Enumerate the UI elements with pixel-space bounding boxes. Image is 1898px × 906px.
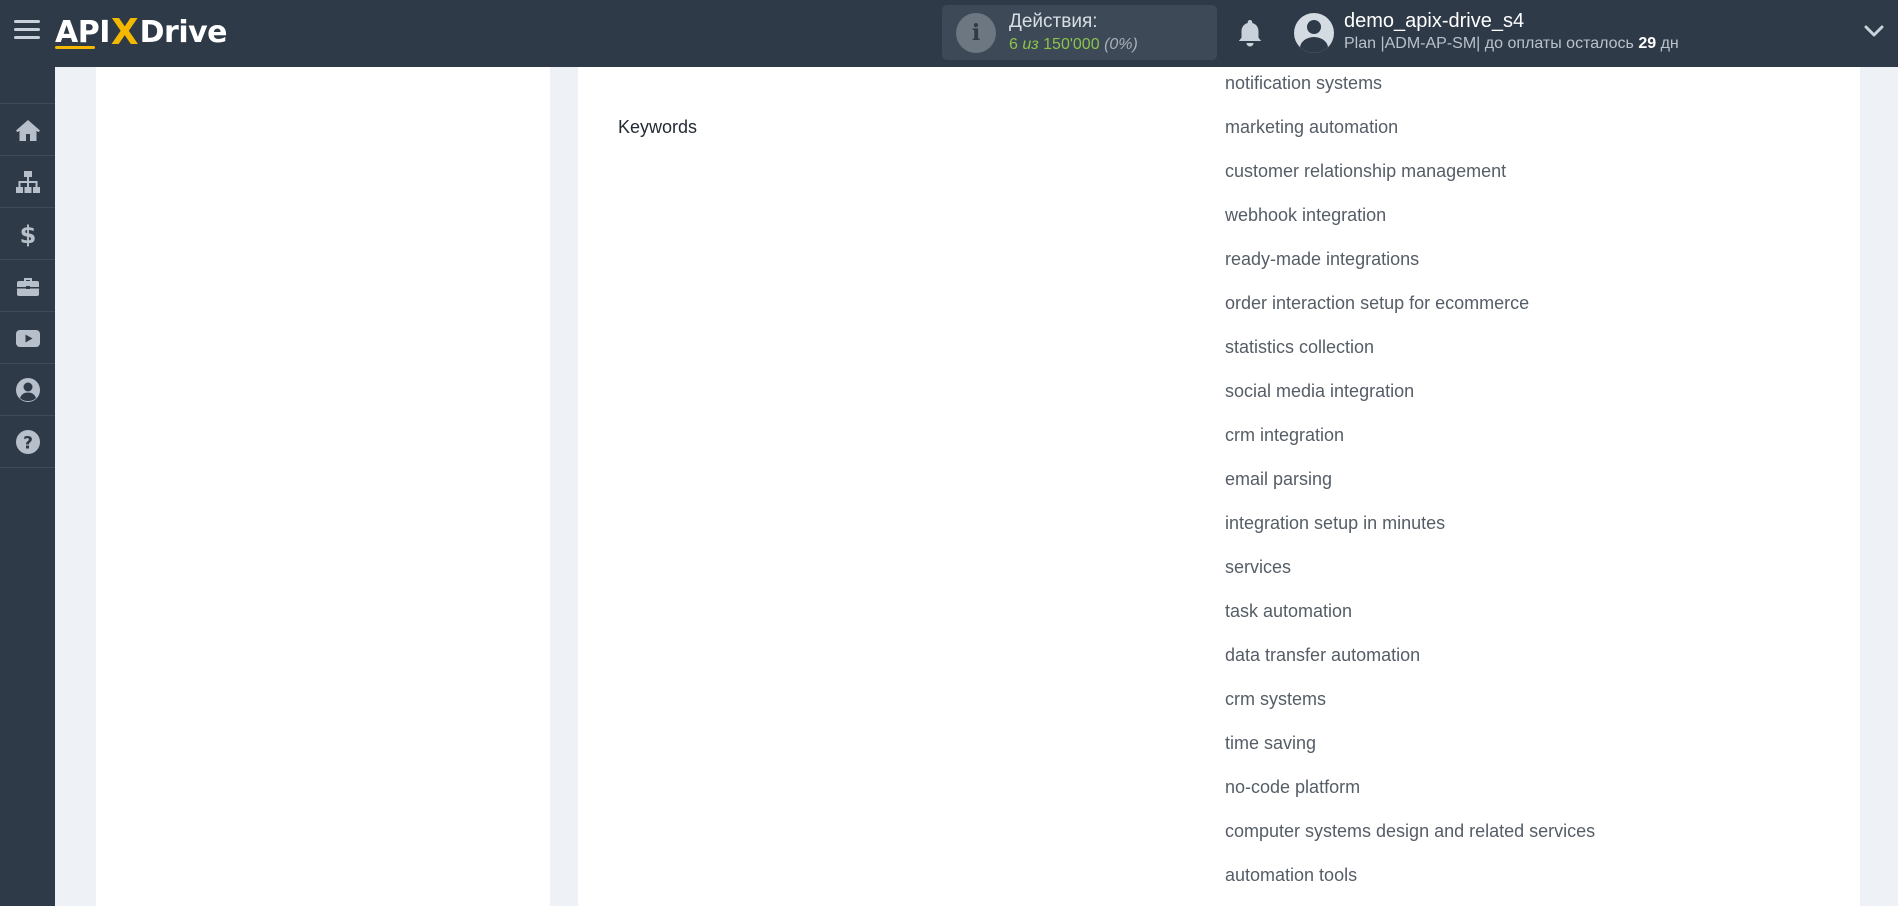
keyword-item: automation tools <box>1225 865 1358 885</box>
actions-title: Действия: <box>1009 11 1098 32</box>
keyword-item: customer relationship management <box>1225 161 1507 181</box>
actions-counter[interactable]: i Действия: 6 из 150'000 (0%) <box>942 5 1217 60</box>
bell-icon[interactable] <box>1235 17 1265 49</box>
keyword-item: integration setup in minutes <box>1225 513 1446 533</box>
keywords-label: Keywords <box>618 117 698 137</box>
question-circle-icon: ? <box>15 429 40 454</box>
actions-limit: 150'000 <box>1043 36 1100 53</box>
keyword-item: webhook integration <box>1225 205 1387 225</box>
keyword-item: notification systems <box>1225 73 1383 93</box>
user-name[interactable]: demo_apix-drive_s4 <box>1344 10 1524 33</box>
svg-text:?: ? <box>23 433 33 453</box>
plan-prefix: Plan |ADM-AP-SM| до оплаты осталось <box>1344 35 1634 52</box>
keyword-item: social media integration <box>1225 381 1415 401</box>
sidebar-item-video[interactable] <box>0 312 55 364</box>
actions-percent: (0%) <box>1104 36 1138 53</box>
actions-stats: 6 из 150'000 (0%) <box>1009 36 1138 54</box>
keyword-item: no-code platform <box>1225 777 1361 797</box>
sidebar: $ ? <box>0 67 55 906</box>
sitemap-icon <box>15 170 40 193</box>
svg-text:$: $ <box>19 221 36 248</box>
sidebar-item-home[interactable] <box>0 104 55 156</box>
sidebar-item-billing[interactable]: $ <box>0 208 55 260</box>
keyword-item: services <box>1225 557 1292 577</box>
info-icon: i <box>956 13 996 53</box>
keyword-item: computer systems design and related serv… <box>1225 821 1596 841</box>
user-plan-info: Plan |ADM-AP-SM| до оплаты осталось 29 д… <box>1344 35 1679 53</box>
keyword-item: order interaction setup for ecommerce <box>1225 293 1530 313</box>
keyword-item: ready-made integrations <box>1225 249 1420 269</box>
logo-underline <box>55 46 95 49</box>
user-circle-icon <box>15 377 40 402</box>
plan-days-unit: дн <box>1660 35 1679 52</box>
chevron-down-icon[interactable] <box>1864 24 1884 38</box>
keyword-item: crm integration <box>1225 425 1345 445</box>
main-panel <box>578 67 1860 906</box>
keyword-item: crm systems <box>1225 689 1326 709</box>
actions-used: 6 <box>1009 36 1018 53</box>
dollar-icon: $ <box>19 221 36 248</box>
top-header: API X Drive i Действия: 6 из 150'000 (0%) … <box>0 0 1898 67</box>
keyword-item: time saving <box>1225 733 1317 753</box>
keyword-item: email parsing <box>1225 469 1333 489</box>
keywords-list: notification systems marketing automation… <box>1225 71 1595 906</box>
hamburger-menu-icon[interactable] <box>14 20 40 46</box>
sidebar-item-connections[interactable] <box>0 156 55 208</box>
keyword-item: task automation <box>1225 601 1353 621</box>
sidebar-item-account[interactable] <box>0 364 55 416</box>
user-avatar-icon[interactable] <box>1294 13 1334 53</box>
keyword-item: statistics collection <box>1225 337 1375 357</box>
home-icon <box>15 119 40 141</box>
sidebar-item-services[interactable] <box>0 260 55 312</box>
keyword-item: data transfer automation <box>1225 645 1421 665</box>
plan-days: 29 <box>1638 35 1657 52</box>
youtube-icon <box>15 329 40 347</box>
keyword-item: marketing automation <box>1225 117 1399 137</box>
actions-of-label: из <box>1022 36 1039 53</box>
sidebar-item-help[interactable]: ? <box>0 416 55 468</box>
left-panel <box>96 67 550 906</box>
briefcase-icon <box>16 277 39 296</box>
